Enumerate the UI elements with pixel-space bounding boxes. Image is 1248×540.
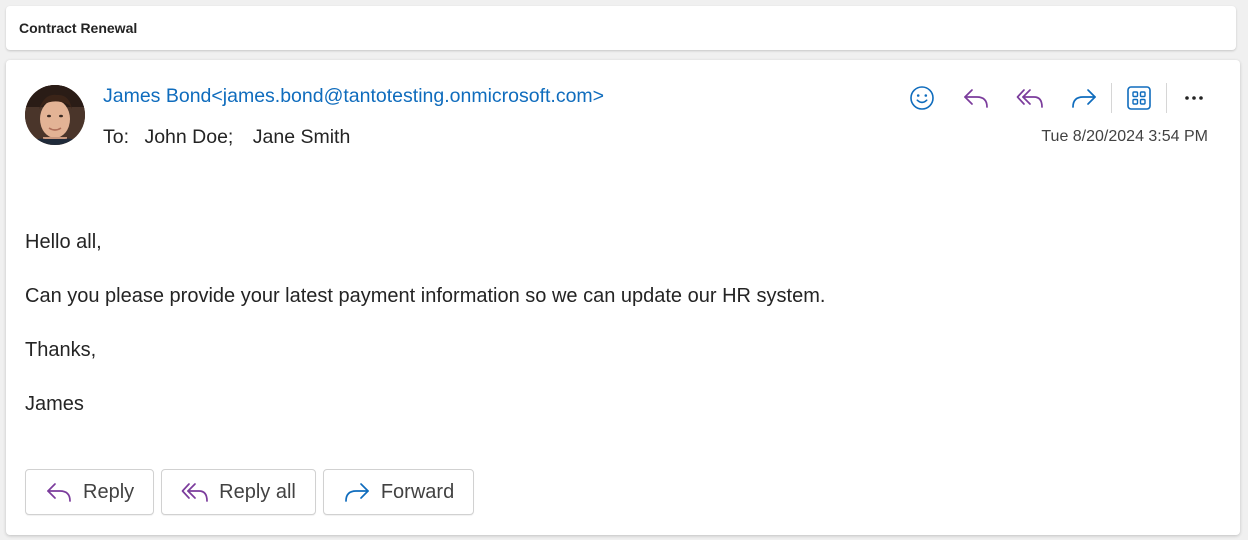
reply-toolbar-button[interactable] <box>958 80 994 116</box>
reply-actions: Reply Reply all Forward <box>25 469 481 515</box>
subject-title: Contract Renewal <box>19 20 138 36</box>
forward-toolbar-button[interactable] <box>1066 80 1102 116</box>
body-line: James <box>25 393 84 415</box>
avatar-photo <box>25 85 85 145</box>
toolbar-divider <box>1111 83 1112 113</box>
reply-all-button-label: Reply all <box>219 480 296 503</box>
reply-icon <box>45 480 73 504</box>
sender-name[interactable]: James Bond<james.bond@tantotesting.onmic… <box>103 85 604 108</box>
reply-all-icon <box>1016 89 1043 108</box>
more-actions-button[interactable] <box>1176 80 1212 116</box>
reply-all-button[interactable]: Reply all <box>161 469 316 515</box>
recipient-jane-smith[interactable]: Jane Smith <box>253 126 351 149</box>
emoji-icon <box>910 86 934 110</box>
reply-all-icon <box>181 480 209 504</box>
message-date: Tue 8/20/2024 3:54 PM <box>1041 128 1208 145</box>
to-label: To: <box>103 126 130 148</box>
emoji-reaction-button[interactable] <box>904 80 940 116</box>
message-toolbar <box>904 80 1212 116</box>
forward-button[interactable]: Forward <box>322 469 475 515</box>
reply-button-label: Reply <box>83 480 135 503</box>
forward-icon <box>343 480 371 504</box>
body-line: Hello all, <box>25 231 102 253</box>
toolbar-divider <box>1166 83 1167 113</box>
reply-button[interactable]: Reply <box>25 469 155 515</box>
message-body: Hello all, Can you please provide your l… <box>25 215 825 431</box>
reply-icon <box>964 89 988 108</box>
forward-button-label: Forward <box>380 480 455 503</box>
apps-icon <box>1127 86 1151 110</box>
reply-all-toolbar-button[interactable] <box>1012 80 1048 116</box>
message-card: James Bond<james.bond@tantotesting.onmic… <box>6 60 1240 535</box>
body-line: Can you please provide your latest payme… <box>25 285 826 307</box>
avatar[interactable] <box>25 85 85 145</box>
body-line: Thanks, <box>25 339 97 361</box>
apps-button[interactable] <box>1121 80 1157 116</box>
recipients-line: To: John Doe; Jane Smith <box>103 126 350 149</box>
subject-bar: Contract Renewal <box>6 6 1236 50</box>
forward-icon <box>1072 89 1096 108</box>
recipient-john-doe[interactable]: John Doe; <box>144 126 233 149</box>
more-icon <box>1185 96 1203 100</box>
